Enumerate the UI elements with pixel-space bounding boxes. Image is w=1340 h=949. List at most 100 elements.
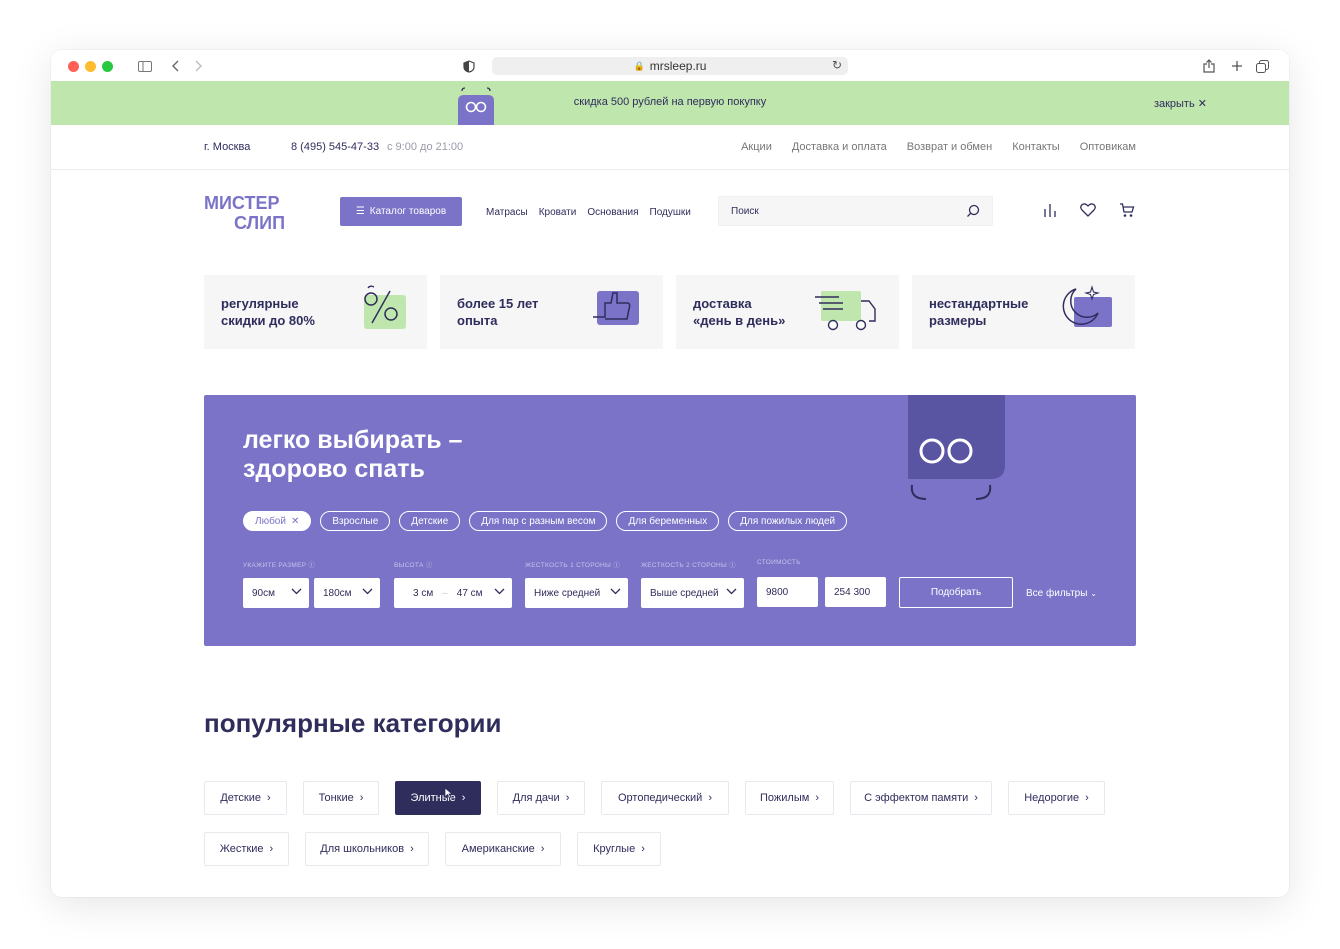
heart-icon[interactable] xyxy=(1080,203,1096,217)
search-box xyxy=(718,196,993,226)
category-schoolchildren[interactable]: Для школьников › xyxy=(305,832,429,866)
site-logo[interactable]: МИСТЕР СЛИП xyxy=(204,192,294,233)
top-nav-promotions[interactable]: Акции xyxy=(741,141,772,153)
url-text: mrsleep.ru xyxy=(649,59,707,73)
mouse-cursor-icon xyxy=(444,787,453,799)
nav-beds[interactable]: Кровати xyxy=(539,207,577,218)
all-filters-link[interactable]: Все фильтры ⌄ xyxy=(1026,588,1097,599)
chevron-right-icon: › xyxy=(641,843,645,855)
city-selector[interactable]: г. Москва xyxy=(204,141,250,153)
browser-window: 🔒 mrsleep.ru ↻ скидка 500 рублей на перв… xyxy=(51,50,1289,897)
nav-bases[interactable]: Основания xyxy=(587,207,638,218)
chevron-down-icon xyxy=(610,588,621,595)
chip-couples[interactable]: Для пар с разным весом xyxy=(469,511,608,531)
size-width-select[interactable]: 90см xyxy=(243,578,309,608)
category-label: С эффектом памяти xyxy=(864,792,969,804)
chevron-right-icon: › xyxy=(267,792,271,804)
share-icon[interactable] xyxy=(1203,58,1215,74)
top-nav-contacts[interactable]: Контакты xyxy=(1012,141,1060,153)
clear-icon[interactable]: ✕ xyxy=(291,516,299,527)
chevron-right-icon: › xyxy=(410,843,414,855)
nav-mattresses[interactable]: Матрасы xyxy=(486,207,528,218)
chip-pregnant[interactable]: Для беременных xyxy=(616,511,720,531)
height-to-value: 47 см xyxy=(456,587,483,599)
chevron-down-icon xyxy=(494,588,505,595)
new-tab-icon[interactable] xyxy=(1231,58,1243,74)
search-input[interactable] xyxy=(731,197,951,225)
sidebar-toggle-icon[interactable] xyxy=(138,58,152,74)
chevron-right-icon: › xyxy=(359,792,364,804)
firmness-2-value: Выше средней xyxy=(650,587,719,599)
close-window-button[interactable] xyxy=(68,61,79,72)
maximize-window-button[interactable] xyxy=(102,61,113,72)
firmness-2-select[interactable]: Выше средней xyxy=(641,578,744,608)
chip-any[interactable]: Любой ✕ xyxy=(243,511,312,531)
category-thin[interactable]: Тонкие › xyxy=(303,781,379,815)
forward-icon[interactable] xyxy=(194,58,202,74)
chip-elderly[interactable]: Для пожилых людей xyxy=(728,511,848,531)
working-hours: с 9:00 до 21:00 xyxy=(387,141,464,153)
top-nav-wholesale[interactable]: Оптовикам xyxy=(1080,141,1136,153)
address-bar[interactable]: 🔒 mrsleep.ru ↻ xyxy=(492,57,848,75)
reload-icon[interactable]: ↻ xyxy=(832,58,842,72)
chevron-down-icon xyxy=(362,588,373,595)
chip-kids[interactable]: Детские xyxy=(399,511,461,531)
category-elite[interactable]: Элитные › xyxy=(395,781,481,815)
search-icon[interactable] xyxy=(966,204,980,218)
site-header: МИСТЕР СЛИП ☰ Каталог товаров Матрасы Кр… xyxy=(51,170,1289,250)
category-round[interactable]: Круглые › xyxy=(577,832,661,866)
top-nav: Акции Доставка и оплата Возврат и обмен … xyxy=(741,141,1136,153)
chevron-right-icon: › xyxy=(815,792,819,804)
category-label: Недорогие xyxy=(1024,792,1080,804)
cart-icon[interactable] xyxy=(1119,203,1135,218)
compare-icon[interactable] xyxy=(1043,203,1057,217)
category-kids[interactable]: Детские › xyxy=(204,781,287,815)
height-range-select[interactable]: 3 см – 47 см xyxy=(394,578,512,608)
back-icon[interactable] xyxy=(172,58,180,74)
chip-adults[interactable]: Взрослые xyxy=(320,511,391,531)
menu-icon: ☰ xyxy=(355,206,365,217)
top-nav-delivery[interactable]: Доставка и оплата xyxy=(792,141,887,153)
chevron-right-icon: › xyxy=(708,792,712,804)
category-elderly[interactable]: Пожилым › xyxy=(745,781,834,815)
category-american[interactable]: Американские › xyxy=(445,832,561,866)
category-label: Детские xyxy=(220,792,262,804)
feature-text: доставка «день в день» xyxy=(693,296,786,328)
catalog-button[interactable]: ☰ Каталог товаров xyxy=(340,197,462,226)
chevron-right-icon: › xyxy=(1085,792,1089,804)
firmness-2-label: жесткость 2 стороны ⓘ xyxy=(641,562,737,569)
size-length-select[interactable]: 180см xyxy=(314,578,380,608)
category-orthopedic[interactable]: Ортопедический › xyxy=(601,781,729,815)
category-country[interactable]: Для дачи › xyxy=(497,781,585,815)
privacy-shield-icon[interactable] xyxy=(463,58,475,74)
category-memory-foam[interactable]: С эффектом памяти › xyxy=(850,781,992,815)
price-to-input[interactable]: 254 300 xyxy=(825,577,886,607)
tab-overview-icon[interactable] xyxy=(1256,58,1269,74)
category-label: Жесткие xyxy=(219,843,264,855)
promo-close-button[interactable]: закрыть ✕ xyxy=(1154,97,1207,110)
phone-number[interactable]: 8 (495) 545-47-33 xyxy=(291,141,379,153)
category-label: Тонкие xyxy=(318,792,354,804)
nav-pillows[interactable]: Подушки xyxy=(650,207,691,218)
category-label: Ортопедический xyxy=(618,792,703,804)
firmness-1-select[interactable]: Ниже средней xyxy=(525,578,628,608)
category-cheap[interactable]: Недорогие › xyxy=(1008,781,1105,815)
chip-label: Любой xyxy=(255,515,286,527)
size-length-value: 180см xyxy=(323,587,352,599)
feature-card-experience: более 15 лет опыта xyxy=(440,275,663,349)
category-hard[interactable]: Жесткие › xyxy=(204,832,289,866)
chevron-down-icon xyxy=(291,588,302,595)
feature-card-sizes: нестандартные размеры xyxy=(912,275,1135,349)
price-from-input[interactable]: 9800 xyxy=(757,577,818,607)
minimize-window-button[interactable] xyxy=(85,61,96,72)
hero-title: легко выбирать – здорово спать xyxy=(243,426,463,483)
top-nav-returns[interactable]: Возврат и обмен xyxy=(907,141,992,153)
size-width-value: 90см xyxy=(252,587,275,599)
apply-filter-button[interactable]: Подобрать xyxy=(899,577,1013,608)
firmness-1-value: Ниже средней xyxy=(534,587,601,599)
truck-icon xyxy=(815,291,876,331)
price-label: стоимость xyxy=(757,559,801,566)
lock-icon: 🔒 xyxy=(633,60,645,71)
promo-text: скидка 500 рублей на первую покупку xyxy=(573,96,767,108)
firmness-1-label: жесткость 1 стороны ⓘ xyxy=(525,562,621,569)
